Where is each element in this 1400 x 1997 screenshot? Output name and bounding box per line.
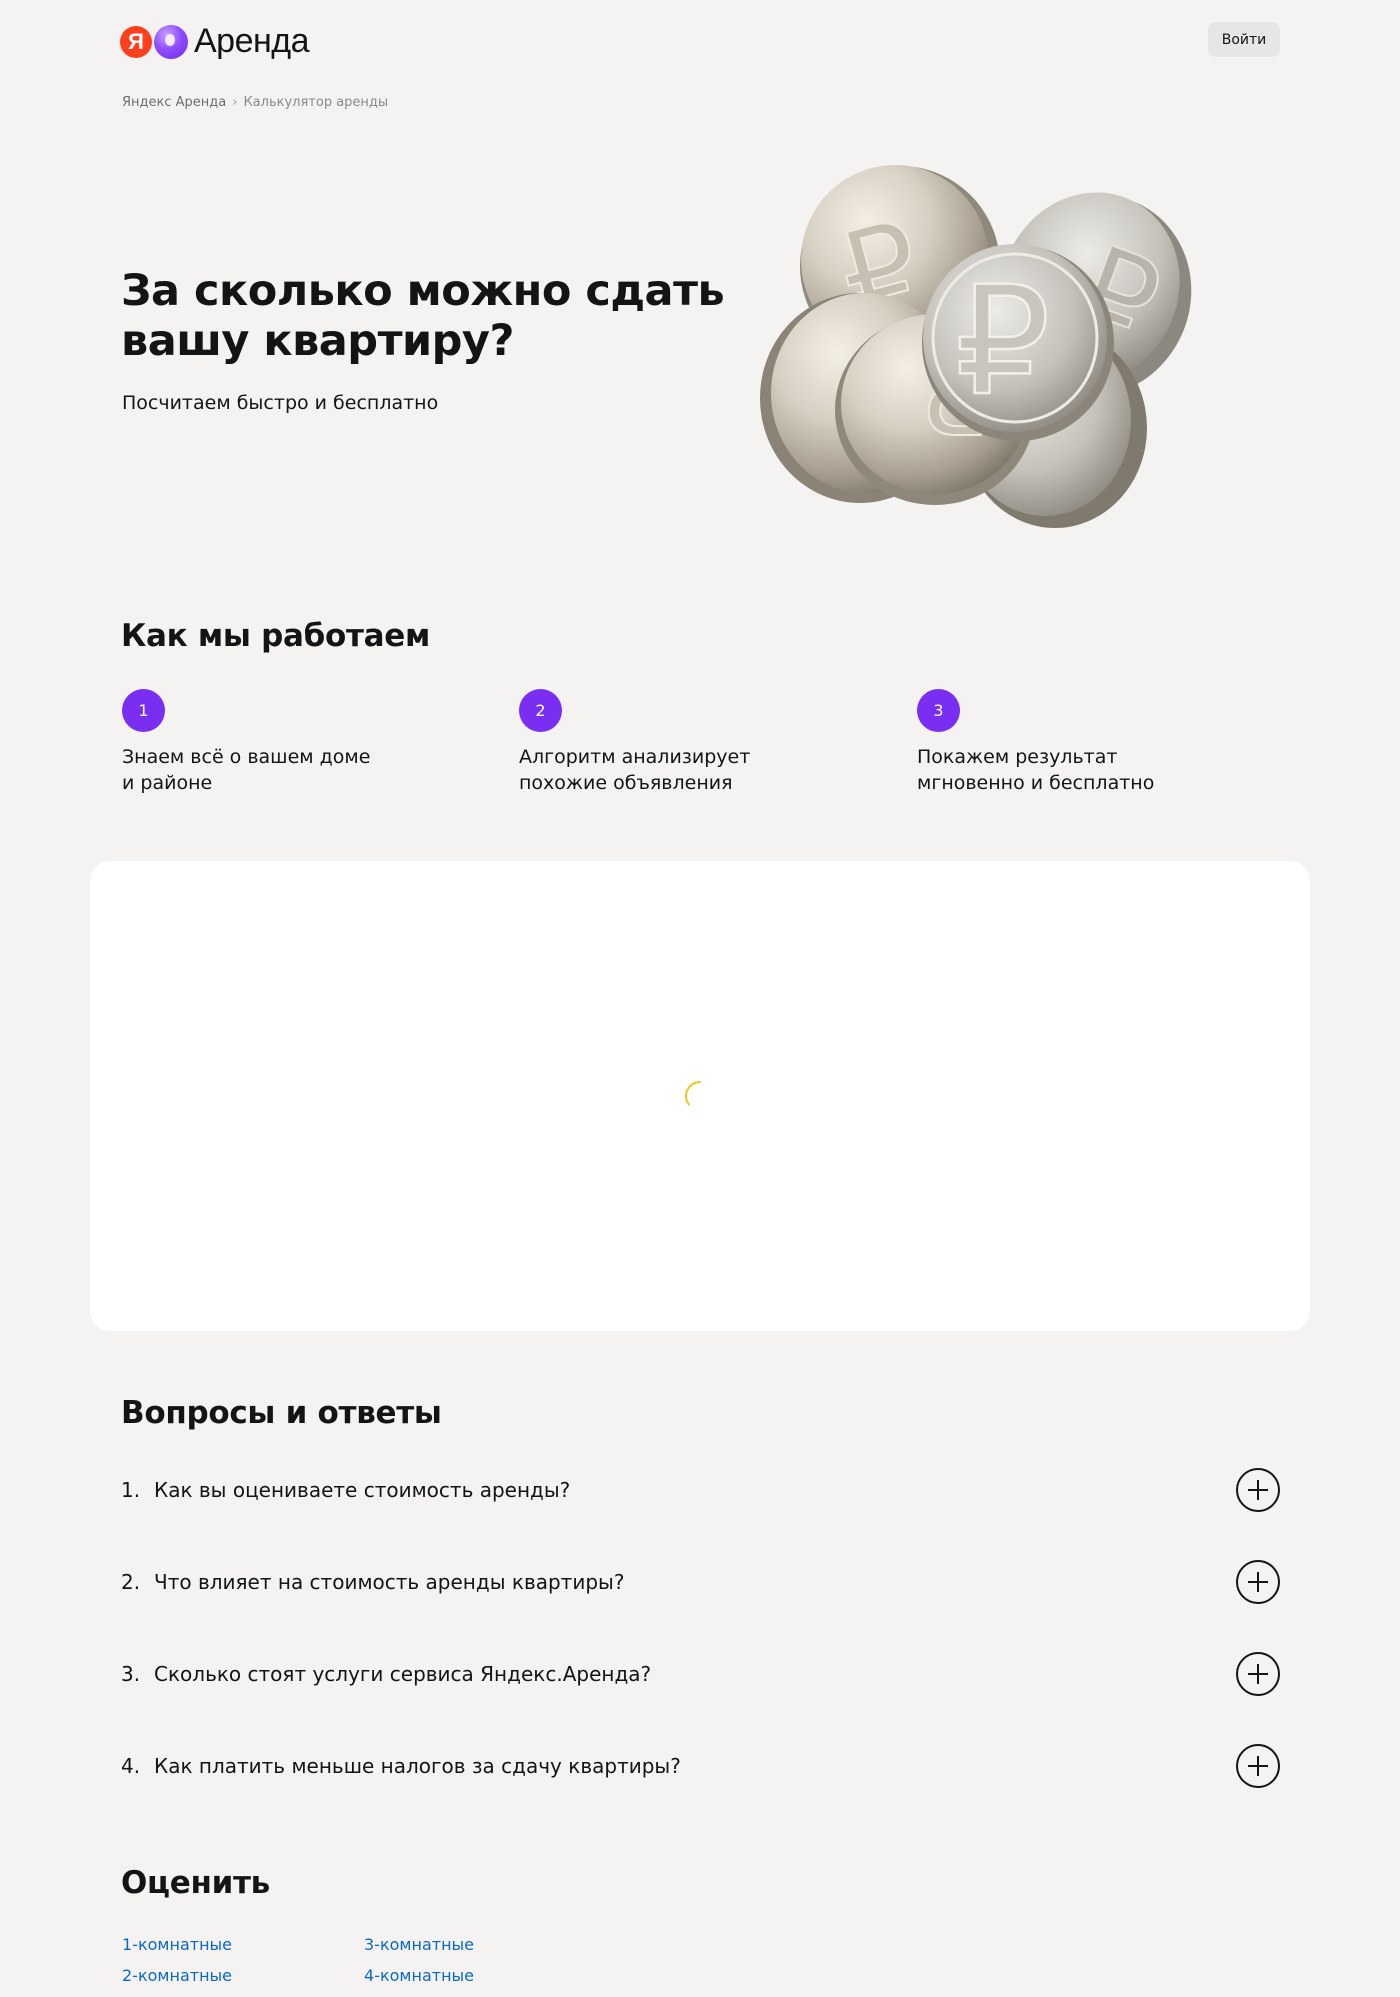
login-button[interactable]: Войти [1208, 22, 1280, 57]
breadcrumb-home-link[interactable]: Яндекс Аренда [122, 95, 226, 110]
step-number-badge: 1 [122, 689, 165, 732]
step-text: Покажем результат мгновенно и бесплатно [917, 746, 1155, 794]
step-3: 3 Покажем результат мгновенно и бесплатн… [917, 689, 1257, 796]
step-1: 1 Знаем всё о вашем доме и районе [122, 689, 462, 796]
faq-item-4[interactable]: 4. Как платить меньше налогов за сдачу к… [121, 1742, 1280, 1790]
faq-question: Как платить меньше налогов за сдачу квар… [154, 1754, 681, 1778]
breadcrumb-current: Калькулятор аренды [243, 95, 389, 110]
evaluate-link-1-room[interactable]: 1-комнатные [122, 1935, 232, 1954]
faq-number: 1. [121, 1478, 141, 1502]
page-subtitle: Посчитаем быстро и бесплатно [122, 392, 439, 414]
plus-icon[interactable] [1236, 1652, 1280, 1696]
svg-text:₽: ₽ [955, 255, 1050, 429]
evaluate-link-4-room[interactable]: 4-комнатные [364, 1966, 474, 1985]
logo-text: Аренда [194, 22, 310, 60]
faq-item-1[interactable]: 1. Как вы оцениваете стоимость аренды? [121, 1466, 1280, 1514]
evaluate-link-2-room[interactable]: 2-комнатные [122, 1966, 232, 1985]
faq-item-2[interactable]: 2. Что влияет на стоимость аренды кварти… [121, 1558, 1280, 1606]
page-title: За сколько можно сдать вашу квартиру? [121, 266, 725, 366]
ruble-coins-illustration: ₽ ₽ ₽ ₽ [760, 165, 1192, 528]
faq-number: 2. [121, 1570, 141, 1594]
faq-title: Вопросы и ответы [121, 1395, 442, 1431]
breadcrumb: Яндекс Аренда › Калькулятор аренды [122, 95, 388, 110]
step-text: Знаем всё о вашем доме и районе [122, 746, 371, 794]
evaluate-title: Оценить [121, 1865, 270, 1901]
arenda-logo-icon [154, 24, 188, 59]
faq-question: Как вы оцениваете стоимость аренды? [154, 1478, 571, 1502]
yandex-logo-icon: Я [120, 25, 152, 58]
how-we-work-title: Как мы работаем [121, 618, 431, 654]
plus-icon[interactable] [1236, 1468, 1280, 1512]
step-number-badge: 3 [917, 689, 960, 732]
evaluate-link-3-room[interactable]: 3-комнатные [364, 1935, 474, 1954]
faq-number: 4. [121, 1754, 141, 1778]
step-2: 2 Алгоритм анализирует похожие объявлени… [519, 689, 859, 796]
faq-question: Что влияет на стоимость аренды квартиры? [154, 1570, 625, 1594]
step-text: Алгоритм анализирует похожие объявления [519, 746, 751, 794]
breadcrumb-separator-icon: › [232, 95, 238, 110]
faq-item-3[interactable]: 3. Сколько стоят услуги сервиса Яндекс.А… [121, 1650, 1280, 1698]
faq-number: 3. [121, 1662, 141, 1686]
faq-question: Сколько стоят услуги сервиса Яндекс.Арен… [154, 1662, 652, 1686]
loading-spinner-icon [685, 1081, 701, 1106]
plus-icon[interactable] [1236, 1744, 1280, 1788]
logo[interactable]: Я Аренда [120, 22, 310, 61]
plus-icon[interactable] [1236, 1560, 1280, 1604]
step-number-badge: 2 [519, 689, 562, 732]
